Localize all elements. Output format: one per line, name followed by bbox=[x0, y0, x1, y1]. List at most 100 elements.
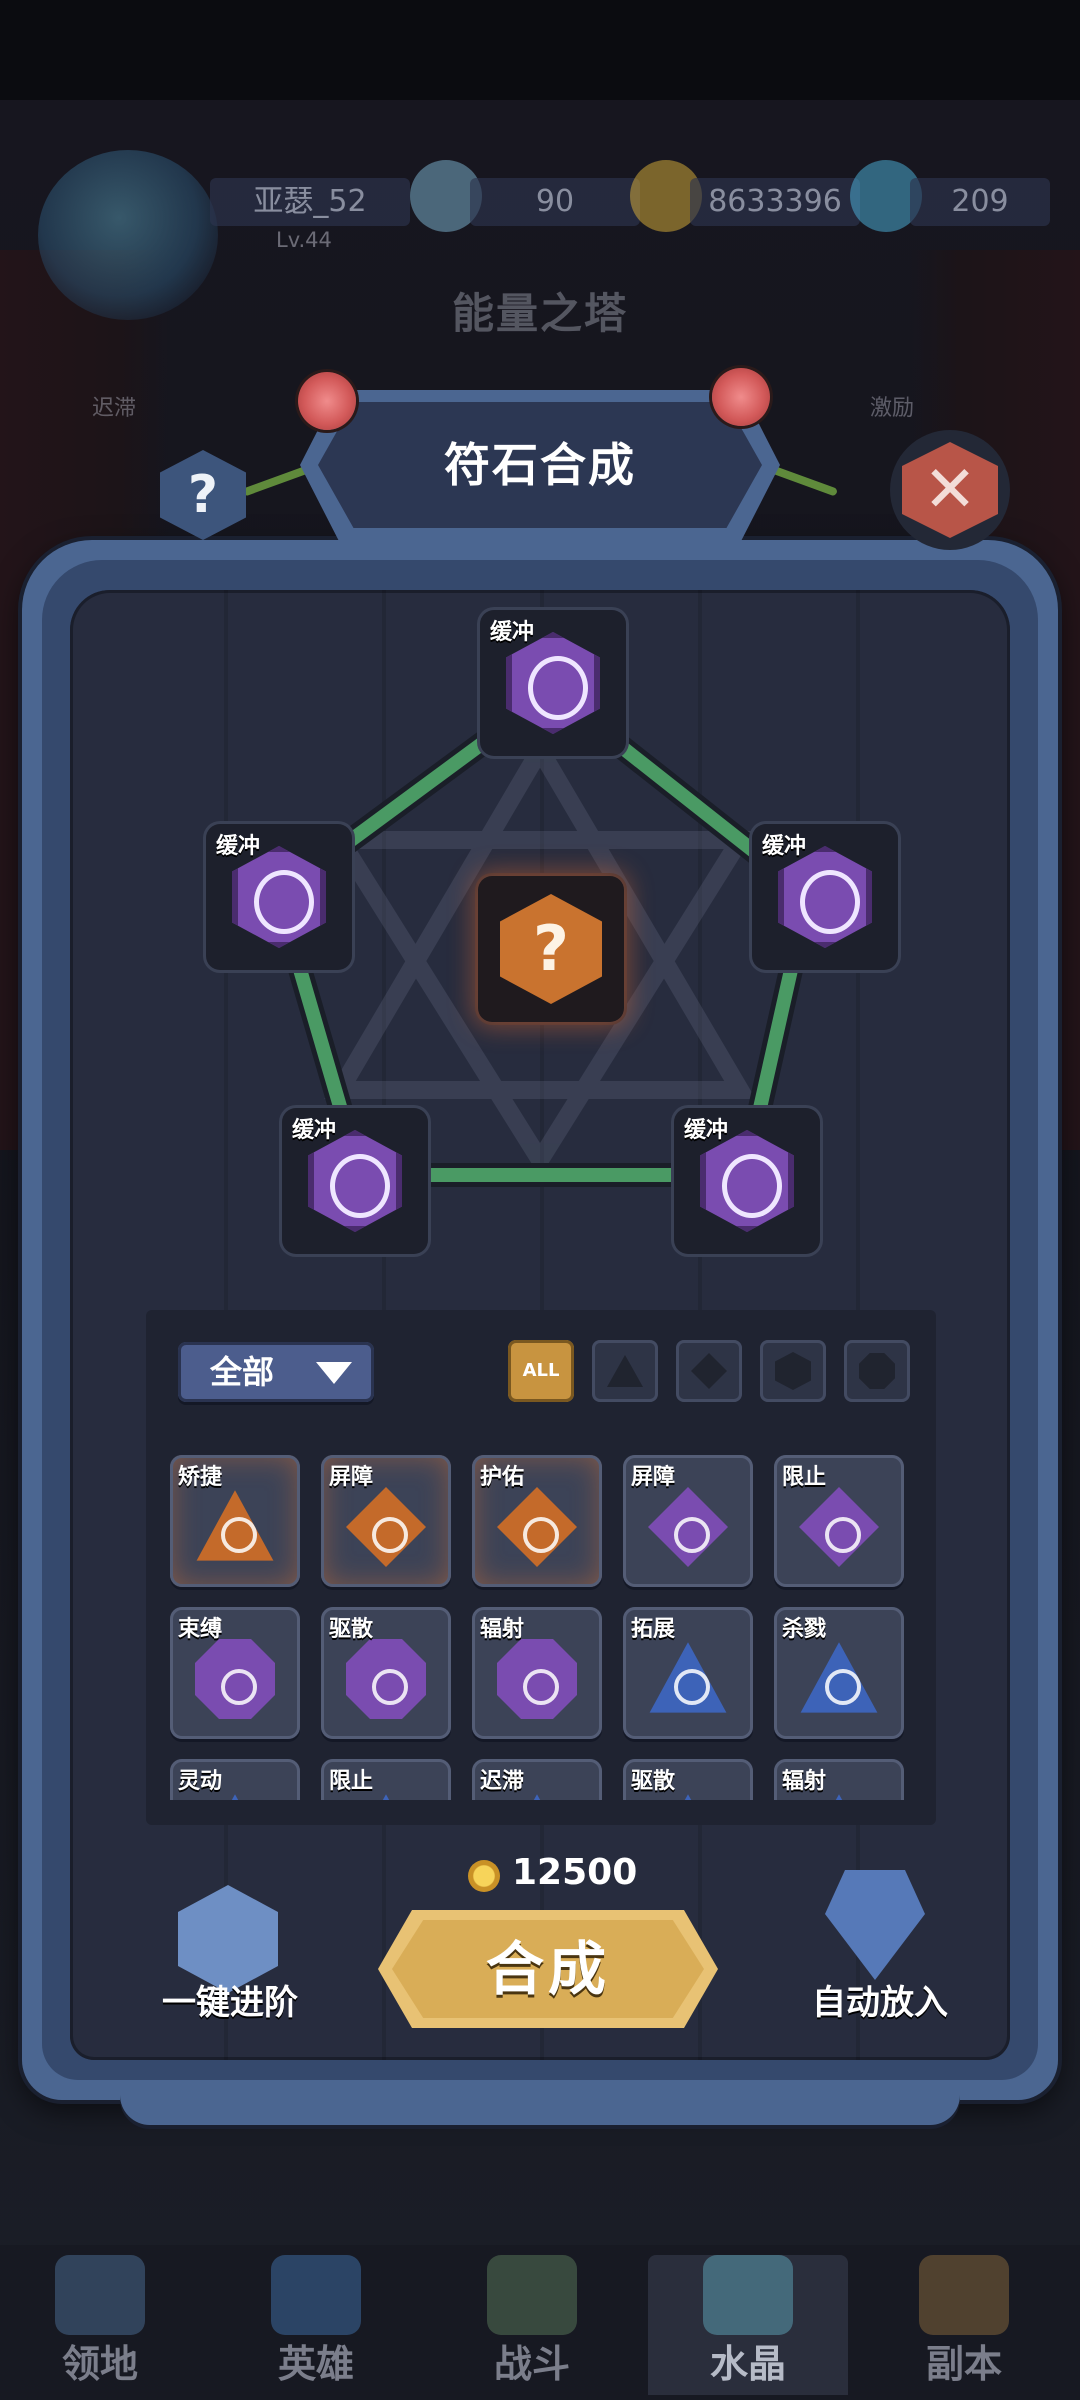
rune-card[interactable]: 拓展 bbox=[623, 1607, 753, 1739]
buffer-rune-icon bbox=[232, 846, 326, 948]
buffer-rune-icon bbox=[506, 632, 600, 734]
rune-gem-icon bbox=[648, 1487, 728, 1567]
slot-label: 缓冲 bbox=[292, 1118, 337, 1143]
rune-name: 束缚 bbox=[178, 1617, 223, 1642]
rune-name: 护佑 bbox=[480, 1465, 525, 1490]
rune-name: 矫捷 bbox=[178, 1465, 223, 1490]
nav-label: 领地 bbox=[61, 2342, 138, 2386]
rune-gem-icon bbox=[346, 1639, 426, 1719]
rune-gem-icon bbox=[346, 1487, 426, 1567]
crystal-icon bbox=[703, 2255, 793, 2335]
player-level: Lv.44 bbox=[276, 228, 332, 252]
buffer-rune-icon bbox=[308, 1130, 402, 1232]
filter-tab-hexagon[interactable] bbox=[760, 1340, 826, 1402]
synthesize-button[interactable]: 合成 bbox=[392, 1920, 704, 2018]
buffer-rune-icon bbox=[700, 1130, 794, 1232]
rune-card[interactable]: 限止 bbox=[321, 1759, 451, 1800]
rune-filter-dropdown[interactable]: 全部 bbox=[178, 1342, 374, 1402]
triangle-icon bbox=[607, 1355, 643, 1387]
rune-card[interactable]: 束缚 bbox=[170, 1607, 300, 1739]
synthesis-slot-bottom-left[interactable]: 缓冲 bbox=[282, 1108, 428, 1254]
synthesis-slot-bottom-right[interactable]: 缓冲 bbox=[674, 1108, 820, 1254]
diamond-value: 209 bbox=[910, 178, 1050, 226]
slot-label: 缓冲 bbox=[762, 834, 807, 859]
chevron-down-icon bbox=[316, 1362, 352, 1384]
rune-name: 灵动 bbox=[178, 1769, 223, 1794]
nav-tab-hero[interactable]: 英雄 bbox=[216, 2255, 416, 2395]
rune-name: 驱散 bbox=[329, 1617, 374, 1642]
rune-gem-icon bbox=[195, 1639, 275, 1719]
gold-value: 8633396 bbox=[690, 178, 860, 226]
status-area bbox=[0, 0, 1080, 100]
rune-name: 辐射 bbox=[480, 1617, 525, 1642]
rune-card[interactable]: 灵动 bbox=[170, 1759, 300, 1800]
filter-tab-all-label: ALL bbox=[522, 1360, 560, 1381]
stamina-value: 90 bbox=[470, 178, 640, 226]
rune-name: 拓展 bbox=[631, 1617, 676, 1642]
nav-tab-battle[interactable]: 战斗 bbox=[432, 2255, 632, 2395]
rune-name: 屏障 bbox=[631, 1465, 676, 1490]
rune-name: 限止 bbox=[782, 1465, 827, 1490]
nav-tab-territory[interactable]: 领地 bbox=[0, 2255, 200, 2395]
auto-upgrade-button[interactable]: 一键进阶 bbox=[140, 1975, 320, 2024]
dialog-bottom-trim bbox=[120, 2085, 960, 2125]
nav-tab-dungeon[interactable]: 副本 bbox=[864, 2255, 1064, 2395]
nav-tab-crystal[interactable]: 水晶 bbox=[648, 2255, 848, 2395]
player-name: 亚瑟_52 bbox=[210, 178, 410, 226]
rune-name: 限止 bbox=[329, 1769, 374, 1794]
filter-tab-octagon[interactable] bbox=[844, 1340, 910, 1402]
rose-left-icon bbox=[298, 372, 356, 430]
dropdown-label: 全部 bbox=[210, 1353, 275, 1391]
nav-label: 战斗 bbox=[493, 2342, 570, 2386]
synthesis-result-slot[interactable]: ? bbox=[478, 876, 624, 1022]
tower-title: 能量之塔 bbox=[451, 289, 628, 338]
territory-icon bbox=[55, 2255, 145, 2335]
left-side-label: 迟滞 bbox=[92, 396, 137, 421]
question-mark-icon: ? bbox=[533, 912, 569, 985]
filter-tab-diamond[interactable] bbox=[676, 1340, 742, 1402]
rune-name: 驱散 bbox=[631, 1769, 676, 1794]
rune-card[interactable]: 限止 bbox=[774, 1455, 904, 1587]
rune-card[interactable]: 迟滞 bbox=[472, 1759, 602, 1800]
rune-name: 辐射 bbox=[782, 1769, 827, 1794]
rune-card[interactable]: 驱散 bbox=[321, 1607, 451, 1739]
rune-card[interactable]: 驱散 bbox=[623, 1759, 753, 1800]
synthesis-slot-left[interactable]: 缓冲 bbox=[206, 824, 352, 970]
slot-label: 缓冲 bbox=[490, 620, 535, 645]
rune-name: 杀戮 bbox=[782, 1617, 827, 1642]
nav-label: 水晶 bbox=[709, 2342, 786, 2386]
rune-card[interactable]: 矫捷 bbox=[170, 1455, 300, 1587]
synthesis-slot-right[interactable]: 缓冲 bbox=[752, 824, 898, 970]
rune-card[interactable]: 辐射 bbox=[774, 1759, 904, 1800]
rune-gem-icon bbox=[800, 1642, 878, 1713]
auto-put-button[interactable]: 自动放入 bbox=[790, 1975, 970, 2024]
rune-gem-icon bbox=[196, 1490, 274, 1561]
rune-name: 迟滞 bbox=[480, 1769, 525, 1794]
diamond-icon bbox=[691, 1353, 727, 1389]
filter-tab-all[interactable]: ALL bbox=[508, 1340, 574, 1402]
rune-gem-icon bbox=[649, 1642, 727, 1713]
rune-card[interactable]: 屏障 bbox=[321, 1455, 451, 1587]
dialog-title: 符石合成 bbox=[444, 438, 636, 492]
buffer-rune-icon bbox=[778, 846, 872, 948]
nav-label: 英雄 bbox=[277, 2342, 354, 2386]
right-side-label: 激励 bbox=[870, 396, 915, 421]
rune-card[interactable]: 护佑 bbox=[472, 1455, 602, 1587]
gold-coin-icon bbox=[468, 1860, 500, 1892]
rune-gem-icon bbox=[497, 1487, 577, 1567]
nav-label: 副本 bbox=[925, 2342, 1002, 2386]
rune-gem-icon bbox=[799, 1487, 879, 1567]
rune-card[interactable]: 辐射 bbox=[472, 1607, 602, 1739]
synthesis-slot-top[interactable]: 缓冲 bbox=[480, 610, 626, 756]
battle-icon bbox=[487, 2255, 577, 2335]
filter-tab-triangle[interactable] bbox=[592, 1340, 658, 1402]
rune-card[interactable]: 屏障 bbox=[623, 1455, 753, 1587]
octagon-icon bbox=[859, 1353, 895, 1389]
slot-label: 缓冲 bbox=[684, 1118, 729, 1143]
rune-grid: 矫捷 屏障 护佑 屏障 限止 束缚 驱散 辐射 拓展 杀戮 灵动 限止 迟滞 驱散 辐射 bbox=[170, 1455, 920, 1800]
rune-card[interactable]: 杀戮 bbox=[774, 1607, 904, 1739]
synthesis-cost: 12500 bbox=[512, 1852, 638, 1893]
rose-right-icon bbox=[712, 368, 770, 426]
hero-icon bbox=[271, 2255, 361, 2335]
hexagon-icon bbox=[775, 1352, 811, 1390]
